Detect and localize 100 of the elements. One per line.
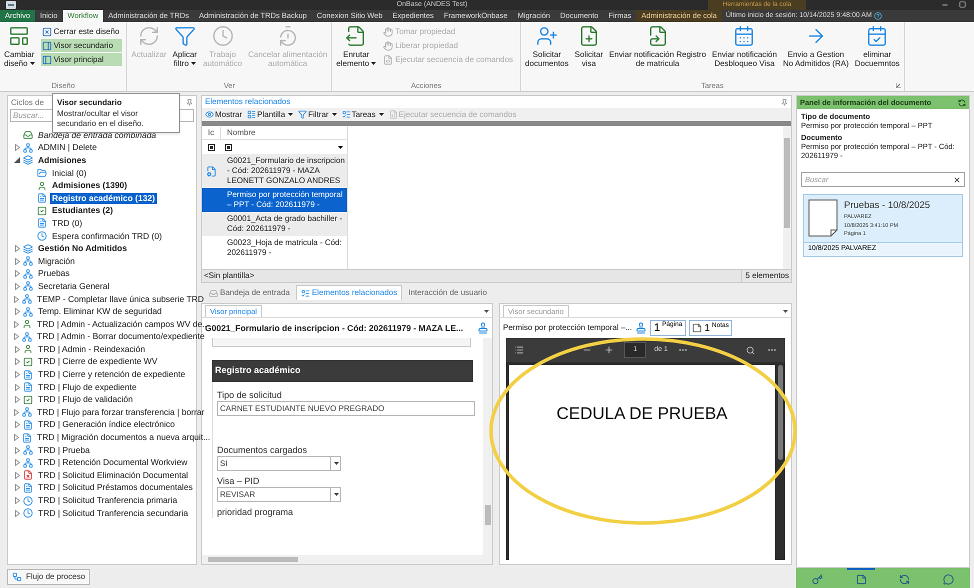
collapsed-arrow-icon[interactable]	[14, 434, 19, 442]
collapsed-arrow-icon[interactable]	[14, 459, 20, 466]
collapsed-arrow-icon[interactable]	[14, 270, 20, 278]
expanded-arrow-icon[interactable]	[14, 157, 20, 164]
pin-icon[interactable]	[186, 99, 193, 106]
tree-item[interactable]: TRD | Admin - Reindexación	[36, 344, 148, 355]
collapsed-arrow-icon[interactable]	[14, 144, 20, 152]
panel-icon	[42, 40, 52, 50]
collapsed-arrow-icon[interactable]	[14, 484, 20, 492]
tree-item[interactable]: TRD | Flujo de validación	[36, 394, 135, 406]
dropdown-field[interactable]: REVISAR	[217, 487, 341, 502]
ribbon-button[interactable]: Enviar notificación Desbloqueo Visa	[712, 25, 777, 68]
tree-item[interactable]: TRD | Solicitud Préstamos documentales	[36, 482, 195, 494]
tree-item[interactable]: TRD (0)	[50, 218, 84, 229]
pin-icon[interactable]	[781, 98, 788, 106]
tree-item[interactable]: TRD | Admin - Borrar documento/expediente	[35, 331, 207, 342]
toolbar-button[interactable]: Mostrar	[205, 108, 242, 120]
layout-icon	[8, 25, 30, 47]
collapsed-arrow-icon[interactable]	[14, 472, 20, 479]
collapsed-arrow-icon[interactable]	[14, 396, 20, 404]
collapsed-arrow-icon[interactable]	[14, 296, 19, 303]
panel-tab[interactable]: Bandeja de entrada	[204, 285, 295, 300]
note-icon	[692, 323, 702, 333]
process-flow-button[interactable]: Flujo de proceso	[7, 568, 90, 584]
maximize-icon[interactable]	[959, 1, 966, 8]
collapsed-arrow-icon[interactable]	[14, 371, 20, 378]
collapsed-arrow-icon[interactable]	[14, 346, 20, 353]
collapsed-arrow-icon[interactable]	[14, 408, 19, 416]
tree-item[interactable]: TRD | Migración documentos a nueva arquit...	[35, 432, 212, 444]
column-header[interactable]: Nombre	[221, 126, 256, 138]
collapsed-arrow-icon[interactable]	[14, 320, 19, 328]
clear-icon[interactable]	[953, 176, 961, 184]
tree-item[interactable]: TRD | Flujo para forzar transferencia | borrar	[35, 406, 206, 418]
column-header[interactable]: Ic	[202, 126, 221, 138]
tree-item[interactable]: TRD | Flujo de expediente	[36, 382, 139, 393]
tree-item[interactable]: Secretaria General	[36, 280, 112, 292]
scrollbar[interactable]	[483, 338, 492, 555]
filter-toggle-icon[interactable]	[208, 144, 215, 150]
tasks-icon	[342, 110, 351, 119]
collapsed-arrow-icon[interactable]	[14, 384, 20, 391]
tree-item[interactable]: TEMP - Completar llave única subserie TRD	[35, 294, 206, 305]
list-row[interactable]: G0023_Hoja de matricula - Cód: 202611979 -	[221, 236, 347, 260]
tree-item[interactable]: Temp. Eliminar KW de seguridad	[36, 306, 164, 318]
panel-tab[interactable]: Interacción de usuario	[403, 285, 492, 300]
outline-icon[interactable]	[514, 345, 524, 355]
ribbon-button[interactable]: Enviar notificación Registro de matricula	[609, 25, 706, 68]
scrollbar[interactable]	[783, 126, 791, 269]
dialog-launcher-icon[interactable]	[896, 83, 901, 88]
tree-item[interactable]: Pruebas	[36, 268, 72, 280]
caret-icon	[378, 113, 384, 116]
search-icon[interactable]	[746, 346, 755, 354]
refresh-icon[interactable]	[958, 98, 966, 106]
toolbar-button[interactable]: Filtrar	[298, 108, 337, 120]
scrollbar[interactable]	[202, 555, 492, 564]
text-field[interactable]: CARNET ESTUDIANTE NUEVO PREGRADO	[217, 401, 475, 416]
clock-icon	[23, 508, 33, 518]
ribbon-small-button[interactable]: Cerrar este diseño	[40, 25, 122, 38]
collapsed-arrow-icon[interactable]	[14, 258, 20, 265]
collapsed-arrow-icon[interactable]	[14, 282, 20, 290]
tree-item[interactable]: TRD | Cierre de expediente WV	[36, 356, 160, 368]
collapsed-arrow-icon[interactable]	[14, 421, 20, 428]
collapsed-arrow-icon[interactable]	[14, 497, 20, 504]
ribbon-small-button[interactable]: Visor principal	[40, 53, 122, 66]
tree-item[interactable]: Admisiones (1390)	[50, 180, 130, 192]
ribbon-button[interactable]: Cambiar diseño	[4, 25, 35, 68]
ribbon-button[interactable]: eliminar Docuemntos	[854, 25, 900, 68]
collapsed-arrow-icon[interactable]	[14, 358, 20, 366]
ribbon-button[interactable]: Envio a Gestion No Admitidos (RA)	[782, 25, 849, 68]
ribbon-button[interactable]: Enrutar elemento	[336, 25, 376, 68]
tree-item[interactable]: TRD | Retención Documental Workview	[36, 457, 190, 468]
collapsed-arrow-icon[interactable]	[14, 308, 20, 316]
tree-item[interactable]: TRD | Generación índice electrónico	[36, 419, 177, 430]
tree-item[interactable]: TRD | Prueba	[36, 444, 92, 456]
tree-item[interactable]: Espera confirmación TRD (0)	[50, 230, 164, 242]
collapsed-arrow-icon[interactable]	[14, 510, 20, 517]
tree-item[interactable]: Estudiantes (2)	[50, 205, 115, 216]
collapsed-arrow-icon[interactable]	[14, 333, 19, 340]
help-icon[interactable]	[874, 12, 882, 20]
tree-item[interactable]: Registro académico (132)	[50, 192, 157, 204]
caret-icon	[484, 310, 489, 313]
ribbon-button[interactable]: Solicitar visa	[574, 25, 604, 68]
ribbon-button[interactable]: Solicitar documentos	[525, 25, 569, 68]
tree-item[interactable]: TRD | Solicitud Eliminación Documental	[36, 470, 190, 481]
tree-item[interactable]: ADMIN | Delete	[36, 142, 99, 154]
tree-item[interactable]: Inicial (0)	[50, 168, 88, 179]
tree-item[interactable]: Admisiones	[36, 154, 88, 166]
dropdown-field[interactable]: SI	[217, 456, 341, 471]
tree-item[interactable]: TRD | Solicitud Tranferencia secundaria	[36, 508, 190, 519]
collapsed-arrow-icon[interactable]	[14, 245, 20, 252]
tree-item[interactable]: Gestión No Admitidos	[36, 243, 129, 254]
zoom-in-icon[interactable]	[604, 345, 614, 355]
ribbon-button[interactable]: Aplicar filtro	[172, 25, 197, 68]
toolbar-button[interactable]: Tareas	[342, 108, 384, 120]
tree-item[interactable]: TRD | Cierre y retención de expediente	[36, 369, 188, 380]
tree-item[interactable]: TRD | Solicitud Tranferencia primaria	[36, 495, 180, 506]
ribbon-small-button[interactable]: Visor secundario	[40, 39, 122, 52]
collapsed-arrow-icon[interactable]	[14, 446, 20, 454]
tree-item[interactable]: Migración	[36, 256, 77, 267]
toolbar-button[interactable]: Plantilla	[247, 108, 294, 120]
panel-tab[interactable]: Elementos relacionados	[296, 285, 402, 300]
